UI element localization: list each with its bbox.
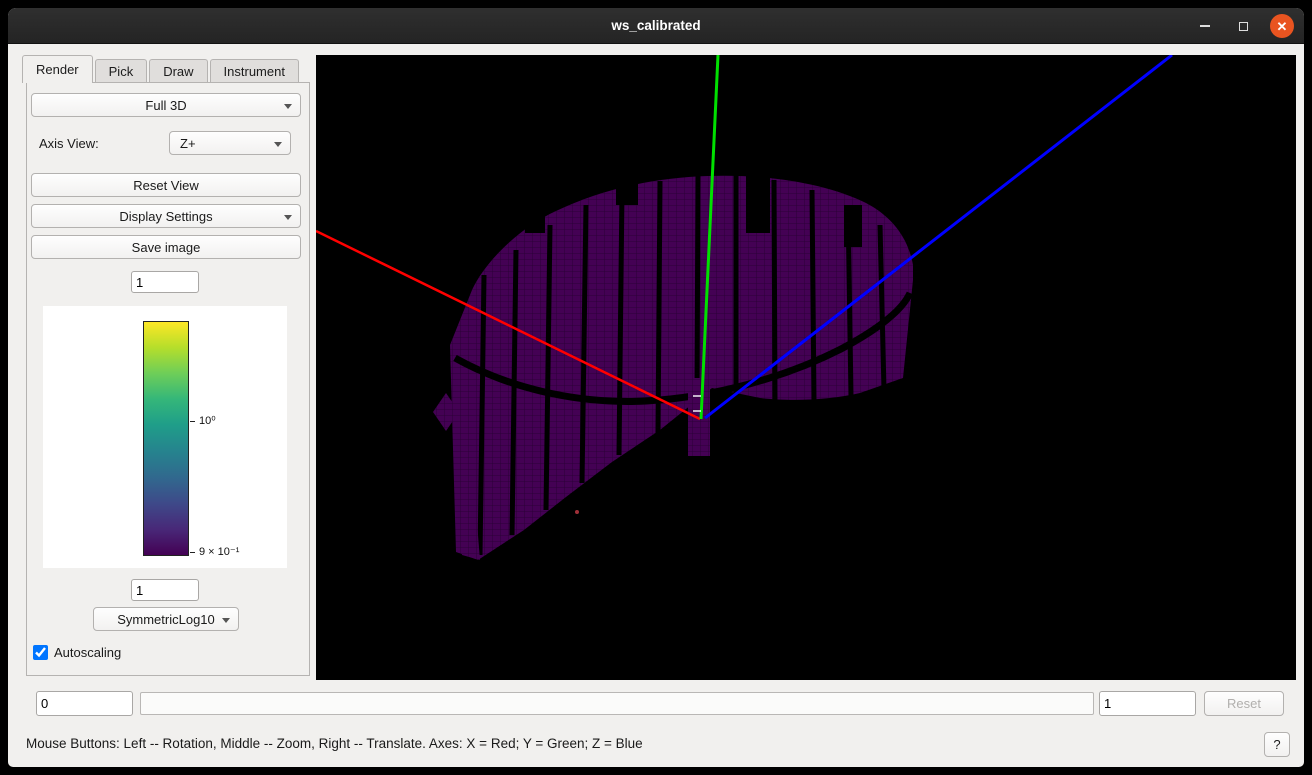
autoscaling-checkbox[interactable]: [33, 645, 48, 660]
axis-view-value: Z+: [180, 136, 196, 151]
axis-view-label: Axis View:: [39, 136, 99, 151]
render-pane: Full 3D Axis View: Z+ Reset View Display…: [26, 82, 310, 676]
range-start-input[interactable]: [36, 691, 133, 716]
scale-type-dropdown[interactable]: SymmetricLog10: [93, 607, 239, 631]
range-slider-track[interactable]: [140, 692, 1094, 715]
display-settings-dropdown[interactable]: Display Settings: [31, 204, 301, 228]
colorbar-panel: 10⁰ 9 × 10⁻¹: [43, 306, 287, 568]
chevron-down-icon: [284, 104, 292, 109]
colorbar-tick-lower-label: 9 × 10⁻¹: [199, 545, 239, 558]
colorbar-gradient: [143, 321, 189, 556]
chevron-down-icon: [284, 215, 292, 220]
titlebar: ws_calibrated ✕: [8, 8, 1304, 44]
close-icon: ✕: [1277, 20, 1288, 33]
colorbar-tick-mark: [190, 421, 195, 422]
tab-instrument[interactable]: Instrument: [210, 59, 299, 82]
chevron-down-icon: [222, 618, 230, 623]
status-text: Mouse Buttons: Left -- Rotation, Middle …: [26, 736, 643, 751]
axis-view-dropdown[interactable]: Z+: [169, 131, 291, 155]
help-button[interactable]: ?: [1264, 732, 1290, 757]
max-value-input[interactable]: [131, 271, 199, 293]
min-value-input[interactable]: [131, 579, 199, 601]
display-settings-label: Display Settings: [119, 209, 212, 224]
autoscaling-label: Autoscaling: [54, 645, 121, 660]
tab-bar: Render Pick Draw Instrument: [22, 55, 301, 82]
tab-pick[interactable]: Pick: [95, 59, 148, 82]
projection-dropdown-label: Full 3D: [145, 98, 186, 113]
window-title: ws_calibrated: [8, 8, 1304, 44]
range-end-input[interactable]: [1099, 691, 1196, 716]
window-controls: ✕: [1194, 8, 1294, 44]
window-content: Render Pick Draw Instrument Full 3D Axis…: [8, 44, 1304, 767]
colorbar-tick-mark: [190, 552, 195, 553]
chevron-down-icon: [274, 142, 282, 147]
close-button[interactable]: ✕: [1270, 14, 1294, 38]
minimize-button[interactable]: [1194, 15, 1216, 37]
save-image-button[interactable]: Save image: [31, 235, 301, 259]
instrument-3d-view[interactable]: [316, 55, 1296, 680]
instrument-mesh: [433, 169, 913, 560]
scale-type-value: SymmetricLog10: [117, 612, 215, 627]
instrument-3d-viewport[interactable]: [316, 55, 1296, 680]
reset-range-button[interactable]: Reset: [1204, 691, 1284, 716]
main-window: ws_calibrated ✕ Render Pick Draw Instrum…: [8, 8, 1304, 767]
tab-render[interactable]: Render: [22, 55, 93, 83]
colorbar-tick-upper-label: 10⁰: [199, 414, 216, 427]
reset-view-button[interactable]: Reset View: [31, 173, 301, 197]
tab-draw[interactable]: Draw: [149, 59, 207, 82]
maximize-icon: [1239, 22, 1248, 31]
minimize-icon: [1200, 25, 1210, 27]
hot-pixel: [575, 510, 579, 514]
autoscaling-row: Autoscaling: [33, 645, 121, 660]
maximize-button[interactable]: [1232, 15, 1254, 37]
projection-dropdown[interactable]: Full 3D: [31, 93, 301, 117]
